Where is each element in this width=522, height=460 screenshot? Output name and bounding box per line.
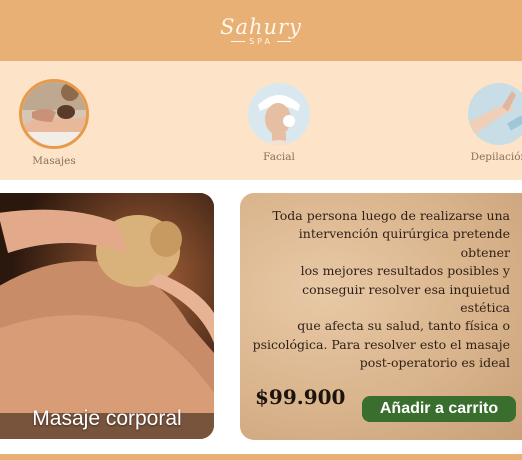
product-info-card: Toda persona luego de realizarse una int…: [240, 193, 522, 440]
product-image-card[interactable]: Masaje corporal: [0, 193, 214, 439]
add-to-cart-button[interactable]: Añadir a carrito: [362, 396, 516, 422]
massage-thumbnail[interactable]: [19, 79, 89, 149]
category-depilacion[interactable]: Depilación: [468, 83, 522, 163]
category-bar: Masajes Facial Depilación: [0, 61, 522, 180]
brand-logo[interactable]: Sahury SPA: [0, 0, 522, 61]
facial-thumbnail[interactable]: [248, 83, 310, 145]
footer-bar: [0, 454, 522, 460]
category-label: Masajes: [32, 155, 76, 167]
massage-body-photo: [0, 193, 214, 439]
category-masajes[interactable]: Masajes: [19, 79, 89, 167]
brand-name: Sahury: [220, 14, 302, 39]
massage-photo-icon: [22, 82, 86, 146]
facial-photo-icon: [248, 83, 310, 145]
depilation-thumbnail[interactable]: [468, 83, 522, 145]
depilation-photo-icon: [468, 83, 522, 145]
category-facial[interactable]: Facial: [248, 83, 310, 163]
product-price: $99.900: [255, 385, 346, 409]
product-title: Masaje corporal: [32, 407, 182, 430]
category-label: Depilación: [470, 151, 522, 163]
brand-subtitle: SPA: [231, 37, 291, 46]
product-description: Toda persona luego de realizarse una int…: [252, 208, 510, 371]
category-label: Facial: [263, 151, 295, 163]
